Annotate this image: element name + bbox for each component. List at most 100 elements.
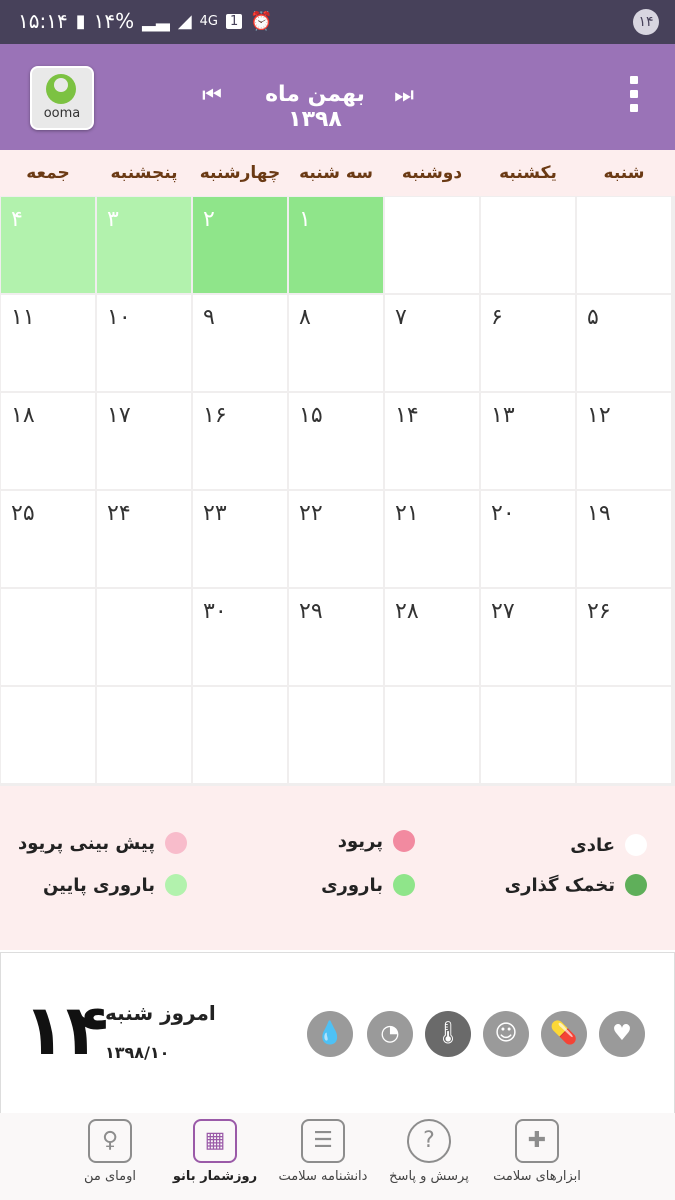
medical-kit-icon: ✚ bbox=[515, 1119, 559, 1163]
fertile-dot-icon bbox=[393, 874, 415, 896]
nav-health-tools[interactable]: ✚ ابزارهای سلامت bbox=[482, 1119, 592, 1184]
day-number: ۲۰ bbox=[491, 501, 515, 526]
legend-label: پریود bbox=[337, 830, 383, 852]
calendar-day-cell[interactable]: ۲۹ bbox=[289, 589, 383, 685]
calendar-day-cell[interactable]: ۹ bbox=[193, 295, 287, 391]
legend-item-period: پریود bbox=[338, 830, 415, 852]
calendar-day-cell[interactable]: ۶ bbox=[481, 295, 575, 391]
calendar-day-cell[interactable]: ۲۸ bbox=[385, 589, 479, 685]
day-number: ۲۴ bbox=[107, 501, 131, 526]
calendar-icon: ▦ bbox=[193, 1119, 237, 1163]
calendar-day-cell[interactable]: ۲۳ bbox=[193, 491, 287, 587]
legend-label: باروری bbox=[321, 874, 383, 896]
nav-health-encyclopedia[interactable]: ☰ دانشنامه سلامت bbox=[268, 1119, 378, 1184]
weekday-thu: پنجشنبه bbox=[110, 163, 178, 183]
calendar-day-cell bbox=[577, 687, 671, 783]
nav-q-and-a[interactable]: ? پرسش و پاسخ bbox=[374, 1119, 484, 1184]
calendar-grid: ۱ ۲ ۳ ۴ ۵ ۶ ۷ ۸ ۹ ۱۰ ۱۱ ۱۲ ۱۳ ۱۴ ۱۵ ۱۶ ۱۷ ۱۸ ۱۹ ۲۰ ۲۱ ۲۲ ۲۳ ۲۴ ۲… bbox=[0, 196, 675, 786]
calendar-day-cell[interactable]: ۱ bbox=[289, 197, 383, 293]
calendar-day-cell[interactable]: ۲۰ bbox=[481, 491, 575, 587]
weekday-header: جمعه پنجشنبه چهارشنبه سه شنبه دوشنبه یکش… bbox=[0, 150, 675, 196]
day-number: ۲۱ bbox=[395, 501, 419, 526]
day-number: ۱۰ bbox=[107, 305, 131, 330]
nav-label: دانشنامه سلامت bbox=[278, 1169, 368, 1184]
calendar-day-cell[interactable]: ۷ bbox=[385, 295, 479, 391]
heart-icon[interactable]: ♥ bbox=[599, 1011, 645, 1057]
calendar-day-cell[interactable]: ۱۵ bbox=[289, 393, 383, 489]
drop-icon[interactable]: 💧 bbox=[307, 1011, 353, 1057]
calendar-day-cell bbox=[97, 589, 191, 685]
nav-my-ooma[interactable]: ♀ اومای من bbox=[55, 1119, 165, 1184]
calendar-day-cell[interactable]: ۲۷ bbox=[481, 589, 575, 685]
calendar-day-cell bbox=[97, 687, 191, 783]
calendar-day-cell[interactable]: ۱۷ bbox=[97, 393, 191, 489]
calendar-day-cell[interactable]: ۱۹ bbox=[577, 491, 671, 587]
calendar-day-cell bbox=[481, 197, 575, 293]
scale-icon[interactable]: ◔ bbox=[367, 1011, 413, 1057]
calendar-day-cell bbox=[577, 197, 671, 293]
bottom-navigation: ♀ اومای من ▦ روزشمار بانو ☰ دانشنامه سلا… bbox=[0, 1113, 675, 1200]
calendar-day-cell[interactable]: ۳۰ bbox=[193, 589, 287, 685]
calendar-day-cell[interactable]: ۲۱ bbox=[385, 491, 479, 587]
legend-item-ovulation: تخمک گذاری bbox=[505, 874, 647, 896]
legend-label: پیش بینی پریود bbox=[18, 832, 155, 854]
calendar-day-cell[interactable]: ۱۲ bbox=[577, 393, 671, 489]
calendar-day-cell[interactable]: ۲۵ bbox=[1, 491, 95, 587]
overflow-menu-icon[interactable] bbox=[629, 76, 639, 120]
calendar-day-cell[interactable]: ۱۶ bbox=[193, 393, 287, 489]
battery-icon: ▮ bbox=[75, 10, 86, 32]
day-number: ۱۲ bbox=[587, 403, 611, 428]
low-fertility-dot-icon bbox=[165, 874, 187, 896]
day-number: ۱۱ bbox=[11, 305, 35, 330]
calendar-day-cell[interactable]: ۱۰ bbox=[97, 295, 191, 391]
legend-label: باروری پایین bbox=[42, 874, 155, 896]
smiley-icon[interactable]: ☺ bbox=[483, 1011, 529, 1057]
day-number: ۲۳ bbox=[203, 501, 227, 526]
day-number: ۱۸ bbox=[11, 403, 35, 428]
calendar-day-cell[interactable]: ۲۲ bbox=[289, 491, 383, 587]
calendar-day-cell bbox=[385, 687, 479, 783]
woman-profile-icon: ♀ bbox=[88, 1119, 132, 1163]
signal-icon: ▂▃ bbox=[142, 10, 170, 32]
calendar-day-cell[interactable]: ۱۸ bbox=[1, 393, 95, 489]
day-number: ۲۸ bbox=[395, 599, 419, 624]
calendar-day-cell[interactable]: ۲۶ bbox=[577, 589, 671, 685]
pill-icon[interactable]: 💊 bbox=[541, 1011, 587, 1057]
app-header: ooma ⏮ بهمن ماه ۱۳۹۸ ⏭ bbox=[0, 44, 675, 150]
skip-previous-icon[interactable]: ⏮ bbox=[198, 82, 226, 110]
legend-label: عادی bbox=[570, 834, 615, 856]
status-bar: ۱۵:۱۴ ▮ ۱۴% ▂▃ ◢ 4G 1 ⏰ ۱۴ bbox=[0, 0, 675, 44]
calendar-day-cell[interactable]: ۱۱ bbox=[1, 295, 95, 391]
ooma-logo[interactable]: ooma bbox=[30, 66, 94, 130]
legend-item-low-fertility: باروری پایین bbox=[43, 874, 187, 896]
calendar-day-cell[interactable]: ۴ bbox=[1, 197, 95, 293]
legend-label: تخمک گذاری bbox=[504, 874, 615, 896]
day-number: ۵ bbox=[587, 305, 599, 330]
today-card: ۱۴ امروز شنبه ۱۳۹۸/۱۰ 💧 ◔ 🌡 ☺ 💊 ♥ bbox=[0, 952, 675, 1114]
calendar-day-cell[interactable]: ۲۴ bbox=[97, 491, 191, 587]
day-number: ۱۷ bbox=[107, 403, 131, 428]
day-number: ۱۴ bbox=[395, 403, 419, 428]
calendar-day-cell[interactable]: ۱۳ bbox=[481, 393, 575, 489]
weekday-sat: شنبه bbox=[603, 163, 645, 183]
signal-icon-2: ◢ bbox=[177, 10, 192, 32]
day-number: ۹ bbox=[203, 305, 215, 330]
calendar-day-cell[interactable]: ۱۴ bbox=[385, 393, 479, 489]
legend: عادی پریود پیش بینی پریود تخمک گذاری بار… bbox=[0, 786, 675, 950]
calendar-day-cell[interactable]: ۳ bbox=[97, 197, 191, 293]
today-day-number: ۱۴ bbox=[23, 989, 109, 1071]
calendar-day-cell[interactable]: ۵ bbox=[577, 295, 671, 391]
day-number: ۲۹ bbox=[299, 599, 323, 624]
calendar-day-cell[interactable]: ۸ bbox=[289, 295, 383, 391]
leaf-icon bbox=[46, 74, 76, 104]
skip-next-icon[interactable]: ⏭ bbox=[390, 82, 418, 110]
day-number: ۱۵ bbox=[299, 403, 323, 428]
thermometer-icon[interactable]: 🌡 bbox=[425, 1011, 471, 1057]
calendar-day-cell[interactable]: ۲ bbox=[193, 197, 287, 293]
nav-calendar[interactable]: ▦ روزشمار بانو bbox=[160, 1119, 270, 1184]
today-label: امروز شنبه bbox=[105, 1001, 216, 1025]
day-number: ۱ bbox=[299, 207, 311, 232]
day-number: ۱۳ bbox=[491, 403, 515, 428]
day-number: ۲۵ bbox=[11, 501, 35, 526]
calendar-day-cell bbox=[193, 687, 287, 783]
